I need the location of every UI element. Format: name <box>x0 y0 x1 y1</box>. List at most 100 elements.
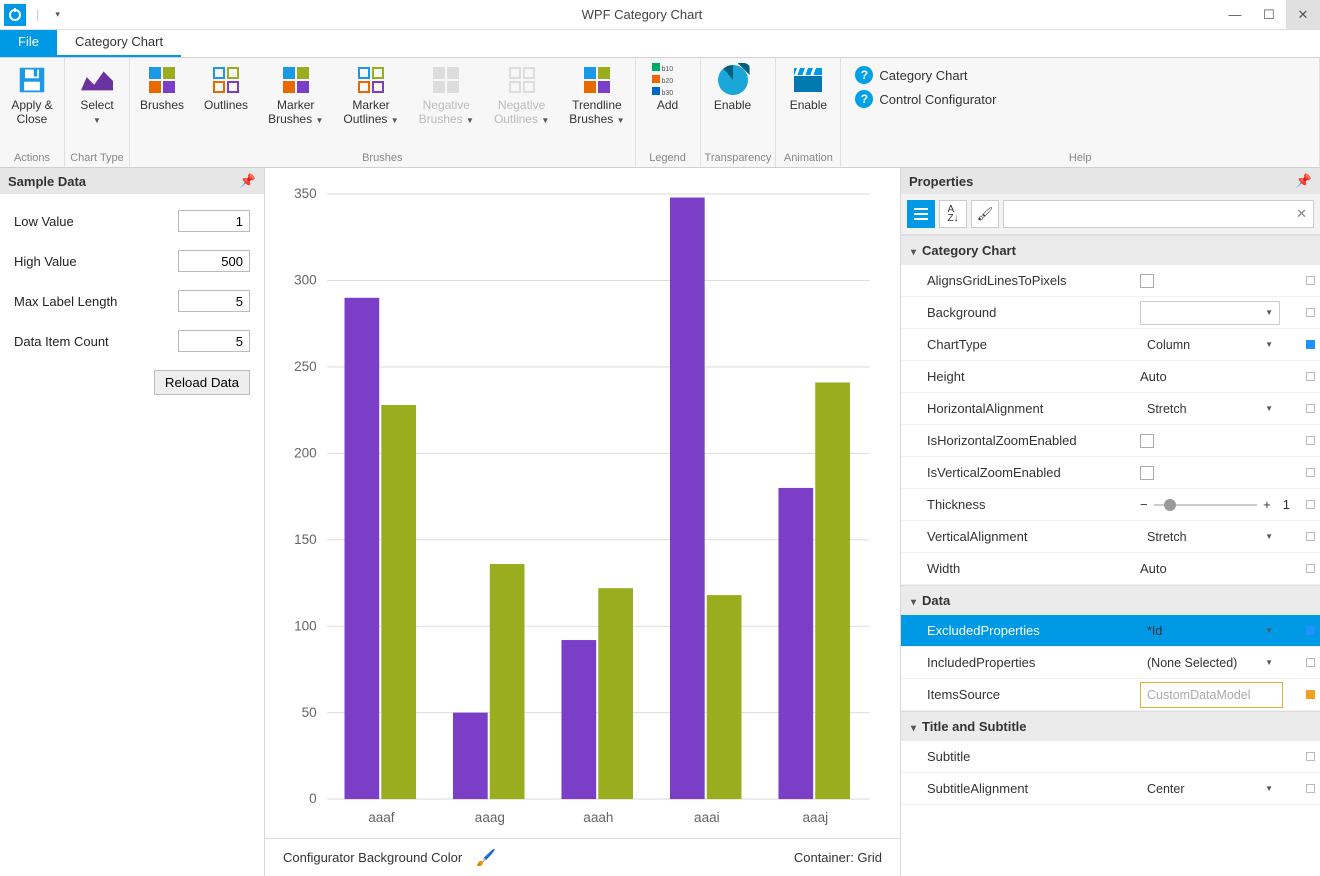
prop-background[interactable]: Background▼ <box>901 297 1320 329</box>
transp-enable-label: Enable <box>714 98 751 112</box>
clapboard-icon <box>792 64 824 96</box>
marker-brushes-button[interactable]: Marker Brushes ▼ <box>262 60 329 132</box>
prop-thickness[interactable]: Thickness−+1 <box>901 489 1320 521</box>
svg-text:350: 350 <box>294 186 317 201</box>
close-button[interactable]: ✕ <box>1286 0 1320 30</box>
prop-excluded[interactable]: ExcludedProperties*Id▼ <box>901 615 1320 647</box>
prop-included[interactable]: IncludedProperties(None Selected)▼ <box>901 647 1320 679</box>
group-data[interactable]: Data <box>901 585 1320 615</box>
ribbon-group-charttype: Select▼ Chart Type <box>65 58 130 167</box>
question-icon: ? <box>855 90 873 108</box>
high-value-input[interactable] <box>178 250 250 272</box>
group-category-chart[interactable]: Category Chart <box>901 235 1320 265</box>
alphabetical-view-button[interactable]: AZ↓ <box>939 200 967 228</box>
ribbon-group-brushes: Brushes Outlines Marker Brushes ▼ Marker… <box>130 58 636 167</box>
question-icon: ? <box>855 66 873 84</box>
thickness-slider[interactable]: −+1 <box>1140 497 1290 512</box>
negative-brushes-button[interactable]: Negative Brushes ▼ <box>413 60 480 132</box>
max-label-length-input[interactable] <box>178 290 250 312</box>
properties-panel: Properties 📌 AZ↓ 🖌 ✕ Category Chart Alig… <box>900 168 1320 876</box>
outlines-button[interactable]: Outlines <box>198 60 254 116</box>
prop-subalign[interactable]: SubtitleAlignmentCenter▼ <box>901 773 1320 805</box>
prop-charttype[interactable]: ChartTypeColumn▼ <box>901 329 1320 361</box>
pie-icon <box>717 64 749 96</box>
pin-icon[interactable]: 📌 <box>240 173 256 189</box>
trendline-brushes-button[interactable]: Trendline Brushes ▼ <box>563 60 630 132</box>
qat-dropdown[interactable]: ▾ <box>49 7 66 22</box>
thickness-value: 1 <box>1283 497 1290 512</box>
window-controls: — ☐ ✕ <box>1218 0 1320 30</box>
category-chart: 050100150200250300350aaafaaagaaahaaaiaaa… <box>275 180 880 834</box>
background-dropdown[interactable]: ▼ <box>1140 301 1280 325</box>
outlines-icon <box>210 64 242 96</box>
select-charttype-button[interactable]: Select▼ <box>69 60 125 132</box>
prop-valign[interactable]: VerticalAlignmentStretch▼ <box>901 521 1320 553</box>
prop-aligns[interactable]: AlignsGridLinesToPixels <box>901 265 1320 297</box>
svg-text:aaaj: aaaj <box>803 810 829 825</box>
select-label: Select <box>80 98 113 112</box>
prop-height[interactable]: HeightAuto <box>901 361 1320 393</box>
properties-list[interactable]: Category Chart AlignsGridLinesToPixels B… <box>901 235 1320 876</box>
app-icon <box>4 4 26 26</box>
bgcolor-label: Configurator Background Color <box>283 850 462 865</box>
legend-icon: b10 b20 b30 <box>652 64 684 96</box>
workspace: Sample Data 📌 Low Value High Value Max L… <box>0 168 1320 876</box>
brushes-label: Brushes <box>140 98 184 112</box>
marker-brushes-icon <box>280 64 312 96</box>
group-title-animation: Animation <box>780 150 836 167</box>
halign-dropdown[interactable]: Stretch▼ <box>1140 397 1280 421</box>
help-category-chart[interactable]: ? Category Chart <box>855 66 996 84</box>
included-dropdown[interactable]: (None Selected)▼ <box>1140 651 1280 675</box>
prop-vzoom[interactable]: IsVerticalZoomEnabled <box>901 457 1320 489</box>
checkbox[interactable] <box>1140 274 1154 288</box>
excluded-dropdown[interactable]: *Id▼ <box>1140 619 1280 643</box>
group-title-legend: Legend <box>640 150 696 167</box>
legend-add-button[interactable]: b10 b20 b30 Add <box>640 60 696 116</box>
brushes-button[interactable]: Brushes <box>134 60 190 116</box>
low-value-input[interactable] <box>178 210 250 232</box>
prop-width[interactable]: WidthAuto <box>901 553 1320 585</box>
pin-icon[interactable]: 📌 <box>1296 173 1312 189</box>
neg-outlines-label: Negative Outlines <box>494 98 545 126</box>
data-item-count-input[interactable] <box>178 330 250 352</box>
brush-icon[interactable]: 🖌️ <box>476 848 496 868</box>
svg-text:150: 150 <box>294 532 317 547</box>
property-search[interactable]: ✕ <box>1003 200 1314 228</box>
categorized-view-button[interactable] <box>907 200 935 228</box>
prop-itemssource[interactable]: ItemsSourceCustomDataModel <box>901 679 1320 711</box>
valign-dropdown[interactable]: Stretch▼ <box>1140 525 1280 549</box>
titlebar-left: | ▾ <box>0 4 66 26</box>
minimize-button[interactable]: — <box>1218 0 1252 30</box>
apply-close-button[interactable]: Apply & Close <box>4 60 60 130</box>
trendline-brushes-icon <box>581 64 613 96</box>
group-title-actions: Actions <box>4 150 60 167</box>
ribbon-group-actions: Apply & Close Actions <box>0 58 65 167</box>
checkbox[interactable] <box>1140 434 1154 448</box>
charttype-dropdown[interactable]: Column▼ <box>1140 333 1280 357</box>
animation-enable-button[interactable]: Enable <box>780 60 836 116</box>
tab-category-chart[interactable]: Category Chart <box>57 30 181 57</box>
transparency-enable-button[interactable]: Enable <box>705 60 761 116</box>
help-control-configurator[interactable]: ? Control Configurator <box>855 90 996 108</box>
ribbon-group-help: ?Category Chart ?Control Configurator He… <box>841 58 1320 167</box>
neg-brushes-label: Negative Brushes <box>419 98 470 126</box>
itemssource-box[interactable]: CustomDataModel <box>1140 682 1283 708</box>
brush-filter-button[interactable]: 🖌 <box>971 200 999 228</box>
negative-outlines-button[interactable]: Negative Outlines ▼ <box>488 60 555 132</box>
maximize-button[interactable]: ☐ <box>1252 0 1286 30</box>
prop-hzoom[interactable]: IsHorizontalZoomEnabled <box>901 425 1320 457</box>
group-title-subtitle[interactable]: Title and Subtitle <box>901 711 1320 741</box>
chevron-down-icon: ▼ <box>541 116 549 125</box>
prop-halign[interactable]: HorizontalAlignmentStretch▼ <box>901 393 1320 425</box>
prop-subtitle[interactable]: Subtitle <box>901 741 1320 773</box>
clear-icon[interactable]: ✕ <box>1296 206 1307 222</box>
tab-file[interactable]: File <box>0 30 57 57</box>
reload-data-button[interactable]: Reload Data <box>154 370 250 395</box>
max-label-length-label: Max Label Length <box>14 294 117 309</box>
help-ccfg-label: Control Configurator <box>879 92 996 107</box>
help-cc-label: Category Chart <box>879 68 967 83</box>
subalign-dropdown[interactable]: Center▼ <box>1140 777 1280 801</box>
marker-outlines-button[interactable]: Marker Outlines ▼ <box>337 60 404 132</box>
checkbox[interactable] <box>1140 466 1154 480</box>
qat-separator: | <box>36 7 39 22</box>
